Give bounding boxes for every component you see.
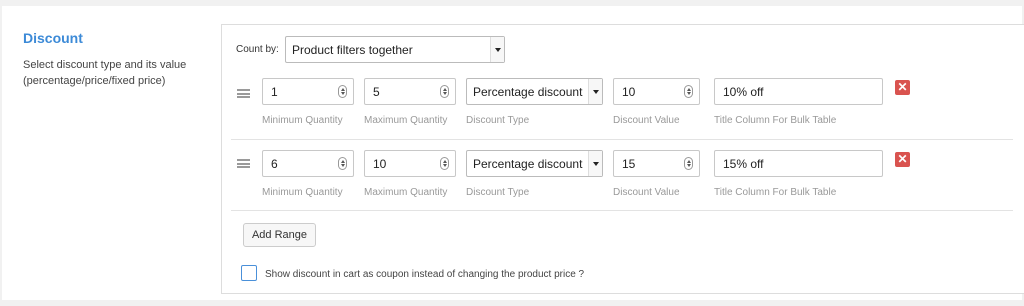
chevron-down-icon [588,151,602,176]
close-icon: ✕ [897,152,908,166]
row-divider [231,139,1013,140]
discount-value-value: 10 [622,85,636,99]
count-by-select[interactable]: Product filters together [285,36,505,63]
chevron-down-icon [490,37,504,62]
min-quantity-value: 1 [271,85,278,99]
bulk-title-input[interactable]: 10% off [714,78,883,105]
chevron-down-icon [588,79,602,104]
discount-value-value: 15 [622,157,636,171]
max-quantity-label: Maximum Quantity [364,115,448,126]
title-column-label: Title Column For Bulk Table [714,187,837,198]
discount-type-select[interactable]: Percentage discount [466,150,603,177]
bulk-title-value: 10% off [723,85,764,99]
number-spinner-icon[interactable] [684,85,693,98]
count-by-selected: Product filters together [292,43,413,57]
min-quantity-value: 6 [271,157,278,171]
bulk-title-value: 15% off [723,157,764,171]
discount-value-input[interactable]: 10 [613,78,700,105]
delete-range-button[interactable]: ✕ [895,80,910,95]
discount-value-label: Discount Value [613,187,680,198]
discount-type-value: Percentage discount [473,157,583,171]
min-quantity-label: Minimum Quantity [262,187,343,198]
section-title: Discount [23,30,83,46]
discount-type-select[interactable]: Percentage discount [466,78,603,105]
number-spinner-icon[interactable] [440,157,449,170]
coupon-checkbox-label: Show discount in cart as coupon instead … [265,269,585,280]
min-quantity-input[interactable]: 6 [262,150,354,177]
discount-panel: Discount Select discount type and its va… [2,6,1024,300]
section-description: Select discount type and its value (perc… [23,59,187,87]
number-spinner-icon[interactable] [338,157,347,170]
drag-handle-icon[interactable] [237,89,250,98]
discount-type-value: Percentage discount [473,85,583,99]
coupon-checkbox[interactable] [241,265,257,281]
max-quantity-input[interactable]: 5 [364,78,456,105]
max-quantity-value: 5 [373,85,380,99]
title-column-label: Title Column For Bulk Table [714,115,837,126]
min-quantity-label: Minimum Quantity [262,115,343,126]
max-quantity-value: 10 [373,157,387,171]
delete-range-button[interactable]: ✕ [895,152,910,167]
close-icon: ✕ [897,80,908,94]
number-spinner-icon[interactable] [338,85,347,98]
add-range-button[interactable]: Add Range [243,223,316,247]
min-quantity-input[interactable]: 1 [262,78,354,105]
max-quantity-input[interactable]: 10 [364,150,456,177]
discount-value-label: Discount Value [613,115,680,126]
page: Discount Select discount type and its va… [0,0,1024,306]
row-divider [231,210,1013,211]
discount-type-label: Discount Type [466,187,530,198]
discount-type-label: Discount Type [466,115,530,126]
max-quantity-label: Maximum Quantity [364,187,448,198]
discount-settings-box: Count by: Product filters together 1 5 P… [221,24,1024,294]
number-spinner-icon[interactable] [684,157,693,170]
number-spinner-icon[interactable] [440,85,449,98]
discount-value-input[interactable]: 15 [613,150,700,177]
bulk-title-input[interactable]: 15% off [714,150,883,177]
drag-handle-icon[interactable] [237,159,250,168]
count-by-label: Count by: [236,44,279,55]
